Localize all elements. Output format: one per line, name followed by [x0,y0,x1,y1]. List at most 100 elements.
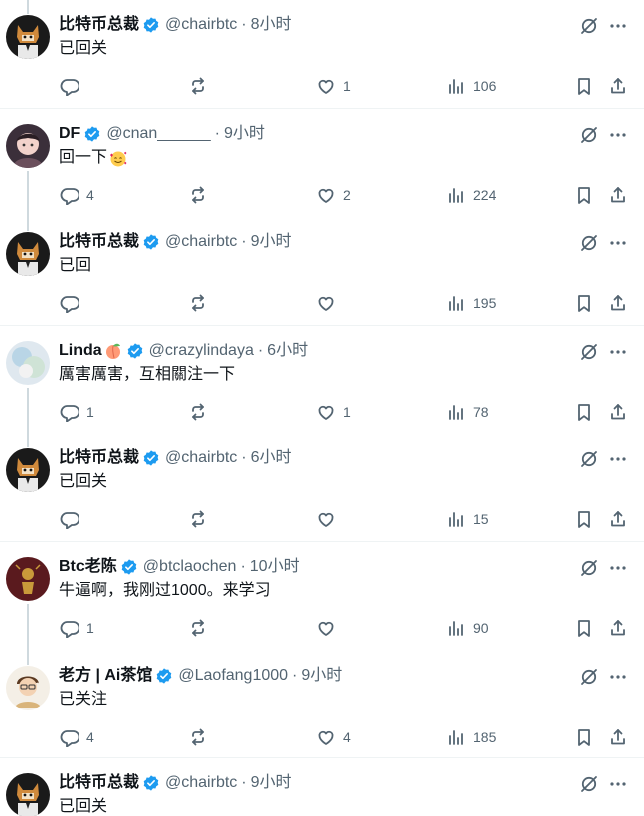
more-button[interactable] [607,232,629,254]
like-button[interactable] [316,291,343,315]
avatar[interactable] [6,773,50,816]
tweet-text-content: 已回关 [59,40,108,57]
avatar[interactable] [6,448,50,492]
retweet-button[interactable] [188,291,215,315]
share-button[interactable] [608,507,628,531]
avatar[interactable] [6,557,50,601]
bookmark-button[interactable] [574,183,594,207]
views-button[interactable]: 195 [446,291,496,315]
timestamp[interactable]: 8小时 [251,14,292,36]
view-count: 90 [473,620,489,636]
reply-button[interactable]: 1 [59,400,94,424]
retweet-button[interactable] [188,616,215,640]
like-button[interactable] [316,507,343,531]
reply-button[interactable] [59,74,86,98]
like-button[interactable]: 1 [316,400,351,424]
more-button[interactable] [607,557,629,579]
bookmark-button[interactable] [574,74,594,98]
bookmark-button[interactable] [574,400,594,424]
grok-button[interactable] [578,341,600,363]
author-handle[interactable]: @crazylindaya [149,340,254,362]
reply-button[interactable] [59,507,86,531]
avatar[interactable] [6,666,50,710]
author-name[interactable]: 比特币总裁 [59,231,139,253]
retweet-icon [192,186,204,204]
share-button[interactable] [608,183,628,207]
author-handle[interactable]: @chairbtc [165,14,237,36]
author-handle[interactable]: @Laofang1000 [178,665,288,687]
share-button[interactable] [608,400,628,424]
views-button[interactable]: 15 [446,507,489,531]
tweet-text: 已回关 [59,796,107,816]
more-button[interactable] [607,341,629,363]
timestamp[interactable]: 6小时 [251,447,292,469]
share-button[interactable] [608,291,628,315]
author-handle[interactable]: @chairbtc [165,231,237,253]
grok-button[interactable] [578,557,600,579]
avatar[interactable] [6,15,50,59]
like-button[interactable]: 4 [316,725,351,749]
author-handle[interactable]: @btclaochen [143,556,237,578]
retweet-button[interactable] [188,74,215,98]
bookmark-icon [578,620,590,637]
timestamp[interactable]: 9小时 [251,772,292,794]
grok-button[interactable] [578,232,600,254]
reply-button[interactable]: 1 [59,616,94,640]
retweet-button[interactable] [188,183,215,207]
timestamp[interactable]: 9小时 [224,123,265,145]
retweet-button[interactable] [188,507,215,531]
share-button[interactable] [608,74,628,98]
views-button[interactable]: 78 [446,400,489,424]
avatar[interactable] [6,232,50,276]
more-button[interactable] [607,124,629,146]
author-handle[interactable]: @chairbtc [165,447,237,469]
more-button[interactable] [607,15,629,37]
timestamp[interactable]: 9小时 [301,665,342,687]
like-button[interactable]: 1 [316,74,351,98]
share-button[interactable] [608,725,628,749]
author-name[interactable]: 比特币总裁 [59,447,139,469]
bookmark-button[interactable] [574,616,594,640]
tweet-actions: 15 [0,507,644,531]
more-button[interactable] [607,666,629,688]
avatar[interactable] [6,341,50,385]
reply-button[interactable] [59,291,86,315]
author-name[interactable]: 比特币总裁 [59,772,139,794]
author-name[interactable]: 比特币总裁 [59,14,139,36]
more-button[interactable] [607,773,629,795]
bookmark-button[interactable] [574,725,594,749]
retweet-button[interactable] [188,400,215,424]
views-button[interactable]: 185 [446,725,496,749]
author-name[interactable]: DF [59,123,80,145]
bookmark-button[interactable] [574,507,594,531]
author-name[interactable]: Btc老陈 [59,556,117,578]
timestamp[interactable]: 10小时 [250,556,300,578]
share-icon [611,511,625,527]
author-handle[interactable]: @chairbtc [165,772,237,794]
views-button[interactable]: 90 [446,616,489,640]
bookmark-button[interactable] [574,291,594,315]
views-button[interactable]: 106 [446,74,496,98]
more-button[interactable] [607,448,629,470]
grok-button[interactable] [578,666,600,688]
grok-button[interactable] [578,773,600,795]
grok-button[interactable] [578,124,600,146]
grok-button[interactable] [578,15,600,37]
retweet-button[interactable] [188,725,215,749]
share-button[interactable] [608,616,628,640]
timestamp[interactable]: 6小时 [267,340,308,362]
grok-button[interactable] [578,448,600,470]
author-name[interactable]: 老方 | Ai茶馆 [59,665,152,687]
like-button[interactable] [316,616,343,640]
views-button[interactable]: 224 [446,183,496,207]
heart-icon [318,405,334,420]
bookmark-icon [578,404,590,421]
reply-button[interactable]: 4 [59,725,94,749]
timestamp[interactable]: 9小时 [251,231,292,253]
like-button[interactable]: 2 [316,183,351,207]
author-name[interactable]: Linda [59,340,102,362]
separator-dot: · [292,667,298,684]
author-handle[interactable]: @cnan______ [106,123,210,145]
reply-button[interactable]: 4 [59,183,94,207]
avatar[interactable] [6,124,50,168]
